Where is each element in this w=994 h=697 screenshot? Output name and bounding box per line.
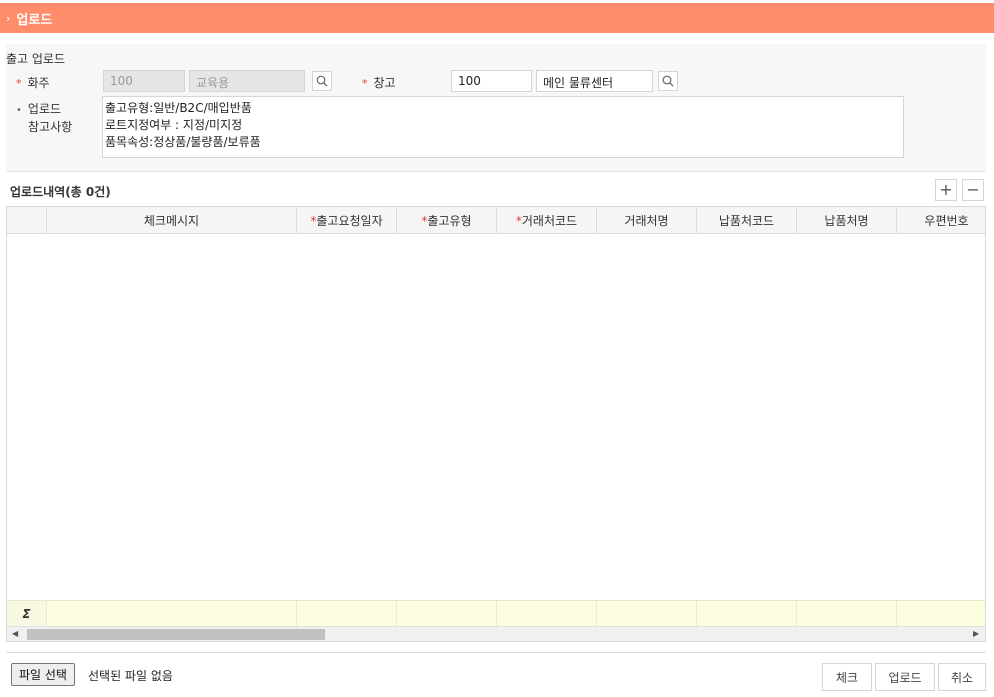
column-header[interactable]: * 출고요청일자 bbox=[297, 207, 397, 234]
column-header-label: 납품처명 bbox=[824, 214, 869, 228]
divider bbox=[6, 652, 986, 653]
owner-label: 화주 bbox=[27, 76, 50, 90]
warehouse-code-input[interactable]: 100 bbox=[451, 70, 532, 92]
summary-row: Σ bbox=[7, 600, 985, 627]
column-header[interactable]: 납품처코드 bbox=[697, 207, 797, 234]
column-header-label: 우편번호 bbox=[924, 214, 969, 228]
owner-search-button[interactable] bbox=[312, 71, 332, 91]
panel-title: 업로드 bbox=[16, 12, 53, 28]
column-header-label: 출고요청일자 bbox=[316, 214, 383, 228]
bullet-dot: • bbox=[16, 105, 22, 116]
summary-cell bbox=[47, 601, 297, 627]
search-icon bbox=[316, 75, 328, 87]
summary-cell bbox=[297, 601, 397, 627]
file-select-button[interactable]: 파일 선택 bbox=[11, 663, 75, 686]
warehouse-search-button[interactable] bbox=[658, 71, 678, 91]
scroll-left-icon[interactable]: ◀ bbox=[12, 629, 18, 638]
upload-button[interactable]: 업로드 bbox=[875, 663, 935, 691]
remove-row-button[interactable]: − bbox=[962, 179, 984, 201]
grid-title: 업로드내역(총 0건) bbox=[10, 185, 111, 199]
warehouse-name-input[interactable]: 메인 물류센터 bbox=[536, 70, 653, 92]
owner-label-wrap: * 화주 bbox=[16, 74, 50, 91]
required-mark: * bbox=[16, 77, 22, 90]
summary-cell bbox=[897, 601, 985, 627]
summary-cell bbox=[597, 601, 697, 627]
column-header-label: 출고유형 bbox=[427, 214, 472, 228]
column-header[interactable]: * 거래처코드 bbox=[497, 207, 597, 234]
row-indicator-header bbox=[7, 207, 47, 234]
column-header[interactable]: 납품처명 bbox=[797, 207, 897, 234]
column-header-label: 납품처코드 bbox=[718, 214, 775, 228]
column-header[interactable]: 우편번호 bbox=[897, 207, 985, 234]
add-row-button[interactable]: + bbox=[935, 179, 957, 201]
column-header-label: 체크메시지 bbox=[143, 214, 200, 228]
section-title: 출고 업로드 bbox=[6, 52, 66, 66]
check-button[interactable]: 체크 bbox=[822, 663, 872, 691]
scrollbar-thumb[interactable] bbox=[27, 629, 325, 640]
summary-cell bbox=[697, 601, 797, 627]
column-header-label: 거래처코드 bbox=[521, 214, 578, 228]
summary-cell bbox=[497, 601, 597, 627]
owner-name-input: 교육용 bbox=[189, 70, 305, 92]
column-header[interactable]: 체크메시지 bbox=[47, 207, 297, 234]
summary-cell bbox=[797, 601, 897, 627]
horizontal-scrollbar[interactable]: ◀ ▶ bbox=[7, 626, 985, 641]
sigma-icon: Σ bbox=[7, 601, 47, 627]
chevron-right-icon: › bbox=[6, 11, 11, 25]
owner-code-input: 100 bbox=[103, 70, 185, 92]
grid-header: 체크메시지 * 출고요청일자 * 출고유형 * 거래처코드 거래처명 납품처코드 납품… bbox=[7, 207, 985, 234]
notes-label-line2: 참고사항 bbox=[28, 120, 73, 134]
scroll-right-icon[interactable]: ▶ bbox=[973, 629, 979, 638]
warehouse-label: 창고 bbox=[373, 76, 396, 90]
file-status: 선택된 파일 없음 bbox=[88, 669, 173, 683]
upload-grid: 체크메시지 * 출고요청일자 * 출고유형 * 거래처코드 거래처명 납품처코드 납품… bbox=[6, 206, 986, 642]
panel-header: › 업로드 bbox=[0, 3, 994, 33]
warehouse-label-wrap: * 창고 bbox=[362, 74, 396, 91]
notes-textarea[interactable]: 출고유형:일반/B2C/매입반품 로트지정여부 : 지정/미지정 품목속성:정상… bbox=[102, 96, 904, 158]
summary-cell bbox=[397, 601, 497, 627]
search-icon bbox=[662, 75, 674, 87]
notes-label-line1: 업로드 bbox=[27, 102, 62, 116]
upload-form: 출고 업로드 * 화주 100 교육용 * 창고 100 메인 물류센터 • 업로드 … bbox=[6, 44, 986, 172]
notes-label-wrap: • 업로드 bbox=[16, 100, 61, 117]
cancel-button[interactable]: 취소 bbox=[938, 663, 986, 691]
column-header-label: 거래처명 bbox=[624, 214, 669, 228]
column-header[interactable]: * 출고유형 bbox=[397, 207, 497, 234]
column-header[interactable]: 거래처명 bbox=[597, 207, 697, 234]
required-mark: * bbox=[362, 77, 368, 90]
